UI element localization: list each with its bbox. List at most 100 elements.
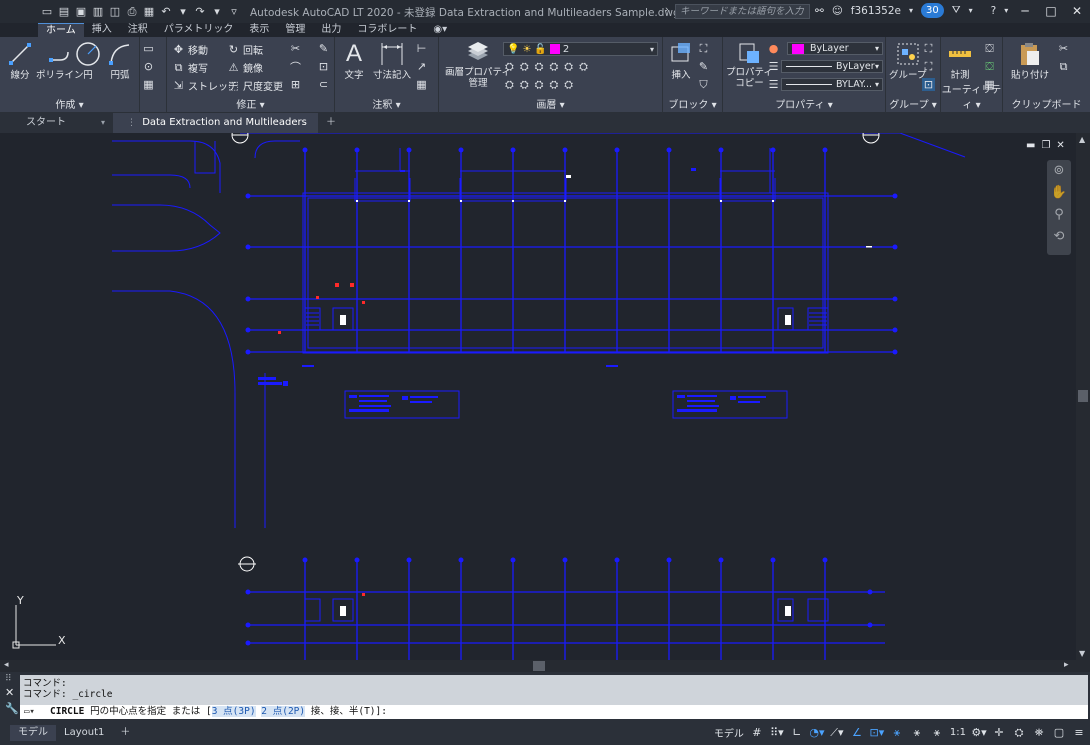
isolate-objects-icon[interactable]: ⛯	[1032, 726, 1046, 740]
rectangle-icon[interactable]: ▭	[142, 42, 155, 55]
fillet-icon[interactable]: ⌒	[289, 60, 302, 74]
new-tab-button[interactable]: ＋	[318, 113, 344, 133]
ungroup-icon[interactable]: ⛶	[922, 42, 935, 55]
qat-menu-icon[interactable]: ▿	[227, 5, 241, 19]
tab-view[interactable]: 表示	[241, 23, 277, 37]
plus-icon[interactable]: ✛	[992, 726, 1006, 740]
offset-icon[interactable]: ⊂	[317, 78, 330, 91]
scale-button[interactable]: ⬚ 尺度変更	[227, 78, 283, 93]
annotation-visibility-icon[interactable]: ⚹	[890, 726, 904, 740]
measure-button[interactable]: 計測	[946, 41, 974, 81]
maximize-icon[interactable]: □	[1038, 0, 1064, 22]
zoom-icon[interactable]: ⚲	[1047, 204, 1071, 226]
modify-panel-title[interactable]: 修正 ▾	[167, 96, 334, 111]
grid-icon[interactable]: #	[750, 726, 764, 740]
help-icon[interactable]: ?	[991, 5, 997, 17]
add-layout-icon[interactable]: ＋	[112, 725, 138, 741]
model-space-label[interactable]: モデル	[714, 725, 744, 740]
web-mobile-icon[interactable]: ◫	[108, 5, 122, 19]
viewport-restore-icon[interactable]: ❐	[1041, 140, 1050, 151]
utilities-panel-title[interactable]: ユーティリティ ▾	[941, 81, 1002, 111]
clean-screen-icon[interactable]: ▢	[1052, 726, 1066, 740]
command-grip-icon[interactable]: ⠿	[5, 674, 12, 684]
paste-button[interactable]: 貼り付け	[1011, 41, 1049, 81]
tab-manage[interactable]: 管理	[277, 23, 313, 37]
layer-tool-icon[interactable]: ⛭	[564, 60, 573, 74]
quick-select-icon[interactable]: ⛋	[983, 60, 996, 73]
annotation-panel-title[interactable]: 注釈 ▾	[335, 96, 438, 111]
osnap-tracking-icon[interactable]: ∠	[850, 726, 864, 740]
layer-properties-button[interactable]: 画層プロパティ 管理	[445, 41, 511, 89]
scroll-up-icon[interactable]: ▲	[1079, 135, 1085, 144]
groups-panel-title[interactable]: グループ ▾	[886, 96, 940, 111]
command-customize-icon[interactable]: 🔧	[5, 702, 19, 715]
tab-layout1[interactable]: Layout1	[56, 725, 112, 741]
group-edit-icon[interactable]: ⛶	[922, 60, 935, 73]
layer-dropdown[interactable]: 💡 ☀ 🔓 2 ▾	[503, 42, 658, 56]
a360-dropdown-icon[interactable]: ▾	[969, 6, 973, 15]
open-icon[interactable]: ▤	[57, 5, 71, 19]
gradient-icon[interactable]: ▦	[142, 78, 155, 91]
scroll-left-icon[interactable]: ◂	[4, 660, 9, 670]
rotate-button[interactable]: ↻ 回転	[227, 42, 263, 57]
command-close-icon[interactable]: ✕	[5, 686, 14, 699]
user-name[interactable]: f361352e	[851, 5, 901, 17]
layer-tool-icon[interactable]: ⛭	[520, 60, 529, 74]
copy-button[interactable]: ⧉ 複写	[172, 60, 208, 76]
command-option-3p[interactable]: 3 点(3P)	[211, 706, 256, 717]
text-button[interactable]: A 文字	[340, 40, 368, 81]
undo-dropdown-icon[interactable]: ▾	[176, 5, 190, 19]
tab-model[interactable]: モデル	[10, 724, 56, 741]
a360-icon[interactable]: ⛛	[952, 4, 961, 17]
group-button[interactable]: グループ	[889, 41, 926, 81]
layer-tool-icon[interactable]: ⛭	[505, 60, 514, 74]
ortho-icon[interactable]: ∟	[790, 726, 804, 740]
annotation-scale-icon[interactable]: ⚹	[930, 726, 944, 740]
layer-tool-icon[interactable]: ⛭	[549, 78, 558, 92]
isodraft-icon[interactable]: ⟋▾	[830, 726, 844, 740]
tab-annotate[interactable]: 注釈	[120, 23, 156, 37]
copy-clip-icon[interactable]: ⧉	[1057, 60, 1070, 73]
user-icon[interactable]: ☺	[832, 5, 843, 17]
help-dropdown-icon[interactable]: ▾	[1004, 6, 1008, 15]
table-icon[interactable]: ▦	[415, 78, 428, 91]
command-input[interactable]: ▭▾ CIRCLE 円の中心点を指定 または [3 点(3P) 2 点(2P) …	[20, 705, 1088, 719]
layers-panel-title[interactable]: 画層 ▾	[439, 96, 662, 111]
ribbon-options-icon[interactable]: ◉▾	[425, 23, 455, 37]
leader-icon[interactable]: ↗	[415, 60, 428, 73]
match-properties-button[interactable]: プロパティ コピー	[726, 41, 773, 89]
horizontal-scroll-thumb[interactable]	[533, 661, 545, 671]
vertical-scroll-thumb[interactable]	[1078, 390, 1088, 402]
layer-tool-icon[interactable]: ⛭	[535, 78, 544, 92]
command-option-ttr[interactable]: 接、接、半(T)]:	[311, 706, 387, 717]
clipboard-panel-title[interactable]: クリップボード	[1003, 96, 1090, 111]
explode-icon[interactable]: ⊡	[317, 60, 330, 73]
navigation-bar[interactable]: ⊚ ✋ ⚲ ⟲	[1047, 160, 1071, 255]
pan-icon[interactable]: ✋	[1047, 182, 1071, 204]
plot-preview-icon[interactable]: ▦	[142, 5, 156, 19]
layer-tool-icon[interactable]: ⛭	[505, 78, 514, 92]
tab-menu-icon[interactable]: ⋮	[127, 118, 136, 128]
tab-dropdown-icon[interactable]: ▾	[101, 113, 105, 133]
tab-home[interactable]: ホーム	[38, 23, 84, 37]
scroll-right-icon[interactable]: ▸	[1064, 660, 1069, 670]
user-dropdown-icon[interactable]: ▾	[909, 6, 913, 15]
draw-panel-title[interactable]: 作成 ▾	[0, 96, 139, 111]
linetype-dropdown[interactable]: ByLayer ▾	[781, 60, 883, 73]
save-icon[interactable]: ▣	[74, 5, 88, 19]
tab-collaborate[interactable]: コラボレート	[349, 23, 425, 37]
redo-dropdown-icon[interactable]: ▾	[210, 5, 224, 19]
mirror-button[interactable]: ⚠ 鏡像	[227, 60, 263, 75]
color-dropdown[interactable]: ByLayer ▾	[787, 42, 883, 55]
snap-icon[interactable]: ⠿▾	[770, 726, 784, 740]
command-prompt-icon[interactable]: ▭▾	[24, 705, 35, 719]
group-select-icon[interactable]: ⊡	[922, 78, 935, 91]
cut-icon[interactable]: ✂	[1057, 42, 1070, 55]
color-wheel-icon[interactable]: ●	[767, 42, 780, 55]
layer-tool-icon[interactable]: ⛭	[564, 78, 573, 92]
polar-icon[interactable]: ◔▾	[809, 726, 824, 740]
create-block-icon[interactable]: ⛶	[697, 42, 710, 55]
dimension-button[interactable]: 寸法記入	[373, 41, 411, 81]
linetype-icon[interactable]: ☰	[767, 60, 780, 73]
annotation-scale-value[interactable]: 1:1	[950, 727, 966, 738]
